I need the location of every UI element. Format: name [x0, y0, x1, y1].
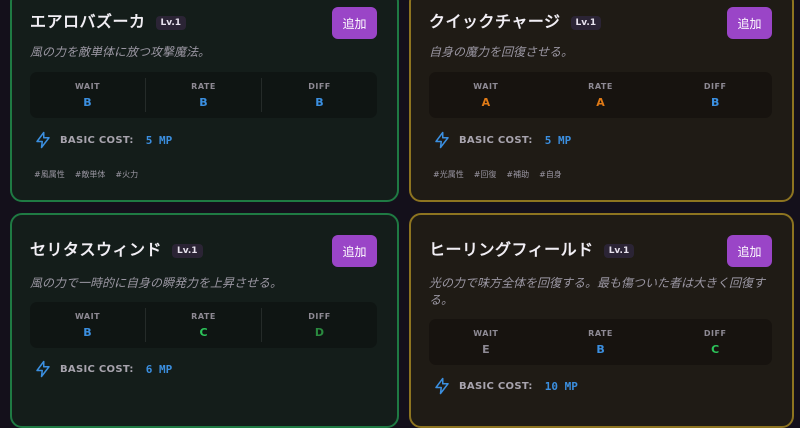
- tag: #敵単体: [74, 170, 106, 179]
- stat-rate: RATE B: [191, 81, 216, 109]
- card-description: 光の力で味方全体を回復する。最も傷ついた者は大きく回復する。: [429, 276, 766, 307]
- add-button[interactable]: 追加: [332, 7, 377, 39]
- add-button[interactable]: 追加: [332, 235, 377, 267]
- tag: #回復: [473, 170, 497, 179]
- level-badge: Lv.1: [603, 243, 635, 258]
- basic-cost: BASIC COST: 5 MP: [433, 131, 571, 149]
- cost-value: 5 MP: [544, 133, 572, 147]
- tag: #火力: [115, 170, 139, 179]
- basic-cost: BASIC COST: 6 MP: [34, 360, 172, 378]
- level-badge: Lv.1: [155, 15, 187, 30]
- stat-diff: DIFF C: [703, 328, 727, 356]
- card-title: エアロバズーカ Lv.1: [30, 8, 187, 32]
- lightning-icon: [36, 360, 50, 378]
- spell-card-healing-field: ヒーリングフィールド Lv.1 追加 光の力で味方全体を回復する。最も傷ついた者は…: [409, 213, 794, 428]
- cost-value: 10 MP: [544, 379, 578, 393]
- stats-panel: WAIT A RATE A DIFF B: [429, 72, 772, 118]
- stats-panel: WAIT B RATE B DIFF B: [30, 72, 377, 118]
- card-description: 風の力を敵単体に放つ攻撃魔法。: [30, 45, 211, 59]
- stat-diff: DIFF B: [703, 81, 727, 109]
- lightning-icon: [435, 377, 449, 395]
- card-title: クイックチャージ Lv.1: [429, 8, 602, 32]
- lightning-icon: [435, 131, 449, 149]
- tag: #補助: [506, 170, 530, 179]
- stats-panel: WAIT E RATE B DIFF C: [429, 319, 772, 365]
- card-title: セリタスウィンド Lv.1: [30, 236, 203, 260]
- stats-panel: WAIT B RATE C DIFF D: [30, 302, 377, 348]
- card-description: 自身の魔力を回復させる。: [429, 45, 574, 59]
- tag: #風属性: [34, 170, 65, 179]
- card-description: 風の力で一時的に自身の瞬発力を上昇させる。: [30, 276, 283, 290]
- spell-card-quick-charge: クイックチャージ Lv.1 追加 自身の魔力を回復させる。 WAIT A RATE A…: [409, 0, 794, 202]
- level-badge: Lv.1: [172, 243, 203, 258]
- stat-diff: DIFF B: [308, 81, 331, 109]
- level-badge: Lv.1: [570, 15, 602, 30]
- stat-rate: RATE B: [588, 328, 613, 356]
- tag: #自身: [539, 170, 562, 179]
- stat-wait: WAIT B: [74, 81, 101, 109]
- tag: #光属性: [433, 170, 464, 179]
- spell-card-celeritas-wind: セリタスウィンド Lv.1 追加 風の力で一時的に自身の瞬発力を上昇させる。 WA…: [10, 213, 399, 428]
- stat-wait: WAIT B: [74, 311, 101, 339]
- stat-diff: DIFF D: [308, 311, 331, 339]
- stat-wait: WAIT A: [473, 81, 499, 109]
- card-title: ヒーリングフィールド Lv.1: [429, 236, 635, 260]
- stat-wait: WAIT E: [473, 328, 499, 356]
- stat-rate: RATE A: [588, 81, 613, 109]
- lightning-icon: [36, 131, 50, 149]
- cost-value: 6 MP: [145, 362, 173, 376]
- tag-list: #風属性 #敵単体 #火力: [34, 169, 138, 180]
- add-button[interactable]: 追加: [727, 7, 772, 39]
- stat-rate: RATE C: [191, 311, 216, 339]
- tag-list: #光属性 #回復 #補助 #自身: [433, 169, 562, 180]
- basic-cost: BASIC COST: 5 MP: [34, 131, 172, 149]
- cost-value: 5 MP: [145, 133, 173, 147]
- spell-card-aero-bazooka: エアロバズーカ Lv.1 追加 風の力を敵単体に放つ攻撃魔法。 WAIT B RAT…: [10, 0, 399, 202]
- add-button[interactable]: 追加: [727, 235, 772, 267]
- basic-cost: BASIC COST: 10 MP: [433, 377, 578, 395]
